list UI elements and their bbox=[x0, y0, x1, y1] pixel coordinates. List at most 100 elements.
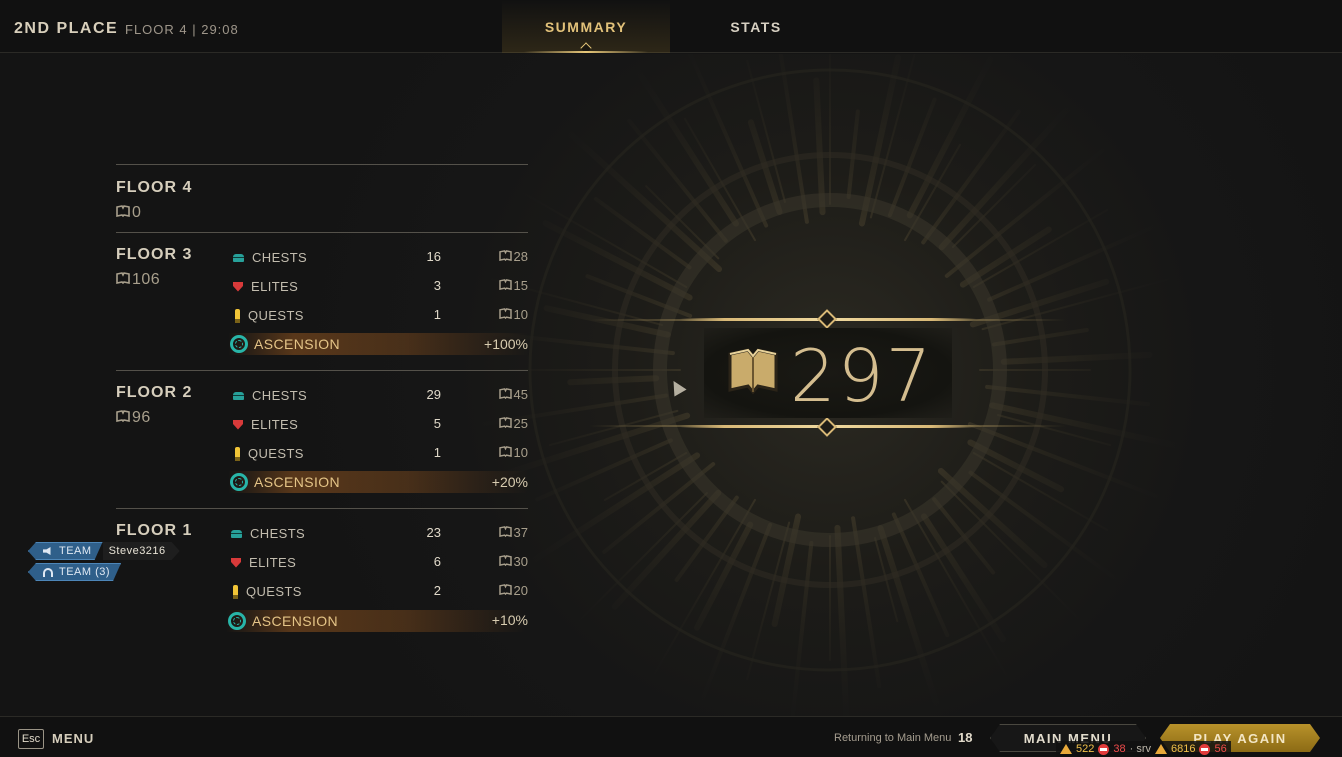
elites-count: 3 bbox=[433, 278, 441, 293]
voice-team-speaking[interactable]: TEAM Steve3216 bbox=[28, 542, 180, 560]
floor-4-total: 0 bbox=[116, 204, 141, 222]
menu-label[interactable]: MENU bbox=[52, 731, 94, 746]
quests-count: 1 bbox=[433, 445, 441, 460]
ascension-bonus: +10% bbox=[491, 612, 528, 628]
score-total: 297 bbox=[790, 334, 934, 418]
chests-count: 23 bbox=[426, 525, 441, 540]
packet-loss-icon bbox=[1199, 743, 1211, 755]
floor-2-total: 96 bbox=[116, 409, 151, 427]
floor-3-title: FLOOR 3 bbox=[116, 246, 193, 263]
network-stats: 522 38 · srv 6816 56 bbox=[1056, 741, 1231, 757]
light-ray bbox=[813, 77, 826, 216]
warning-icon bbox=[1155, 744, 1167, 754]
light-ray bbox=[654, 498, 756, 675]
tab-stats[interactable]: STATS bbox=[672, 0, 840, 53]
voice-team-label: TEAM bbox=[59, 545, 92, 557]
packet-loss-icon bbox=[1098, 743, 1110, 755]
quests-reward: 10 bbox=[468, 307, 528, 322]
light-ray bbox=[694, 522, 773, 716]
book-icon bbox=[498, 387, 512, 402]
quests-row-label: QUESTS bbox=[233, 584, 302, 599]
chests-row-label: CHESTS bbox=[231, 526, 305, 541]
book-icon bbox=[498, 249, 512, 264]
book-icon bbox=[116, 204, 130, 222]
voice-speaker-name: Steve3216 bbox=[103, 542, 180, 560]
floor-divider bbox=[116, 164, 528, 165]
elites-reward: 30 bbox=[468, 554, 528, 569]
quest-icon bbox=[235, 308, 240, 323]
floor-divider bbox=[116, 370, 528, 371]
floor-2-title: FLOOR 2 bbox=[116, 384, 193, 401]
quest-icon bbox=[235, 446, 240, 461]
net-loss-value: 38 bbox=[1113, 743, 1126, 755]
light-ray bbox=[834, 524, 850, 716]
quests-row-label: QUESTS bbox=[235, 446, 304, 461]
elites-row-label: ELITES bbox=[233, 279, 298, 294]
ascension-icon bbox=[230, 473, 248, 491]
chest-icon bbox=[233, 391, 244, 400]
floor-4-total-value: 0 bbox=[132, 204, 142, 221]
book-icon bbox=[498, 416, 512, 431]
chests-reward: 45 bbox=[468, 387, 528, 402]
elite-skull-icon bbox=[233, 281, 243, 292]
elite-skull-icon bbox=[233, 419, 243, 430]
light-ray bbox=[981, 278, 1170, 331]
voice-team-count-tag: TEAM (3) bbox=[28, 563, 121, 581]
speaker-icon bbox=[43, 547, 53, 555]
light-ray bbox=[968, 470, 1139, 597]
chest-icon bbox=[231, 529, 242, 538]
elite-skull-icon bbox=[231, 557, 241, 568]
book-icon bbox=[498, 307, 512, 322]
floor-1-title: FLOOR 1 bbox=[116, 522, 193, 539]
book-icon bbox=[498, 278, 512, 293]
light-ray bbox=[877, 525, 940, 707]
tab-summary[interactable]: SUMMARY bbox=[502, 0, 670, 54]
book-icon bbox=[498, 445, 512, 460]
quests-row-label: QUESTS bbox=[235, 308, 304, 323]
book-icon bbox=[726, 346, 780, 401]
score-banner: 297 bbox=[590, 309, 1066, 437]
quests-reward: 10 bbox=[468, 445, 528, 460]
voice-team-count-label: TEAM (3) bbox=[59, 566, 111, 578]
chests-row-label: CHESTS bbox=[233, 250, 307, 265]
ascension-icon bbox=[230, 335, 248, 353]
headset-icon bbox=[43, 568, 53, 577]
ascension-row-label: ASCENSION bbox=[228, 612, 338, 630]
quests-count: 2 bbox=[433, 583, 441, 598]
net-loss-value: 56 bbox=[1214, 743, 1227, 755]
book-icon bbox=[498, 583, 512, 598]
quests-count: 1 bbox=[433, 307, 441, 322]
light-ray bbox=[499, 179, 688, 288]
floor-and-time: FLOOR 4 | 29:08 bbox=[125, 22, 239, 37]
chests-row-label: CHESTS bbox=[233, 388, 307, 403]
elites-row-label: ELITES bbox=[233, 417, 298, 432]
floor-3-total-value: 106 bbox=[132, 271, 161, 288]
chests-count: 16 bbox=[426, 249, 441, 264]
floor-3-total: 106 bbox=[116, 271, 160, 289]
book-icon bbox=[498, 525, 512, 540]
book-icon bbox=[116, 271, 130, 289]
warning-icon bbox=[1060, 744, 1072, 754]
light-ray bbox=[790, 540, 814, 716]
top-bar: 2ND PLACE FLOOR 4 | 29:08 SUMMARY STATS bbox=[0, 0, 1342, 54]
voice-team-listening[interactable]: TEAM (3) bbox=[28, 563, 121, 581]
ascension-bonus: +100% bbox=[484, 336, 528, 352]
elites-reward: 15 bbox=[468, 278, 528, 293]
voice-team-tag: TEAM bbox=[28, 542, 103, 560]
light-ray bbox=[746, 521, 791, 681]
active-tab-caret-icon bbox=[580, 42, 592, 54]
book-icon bbox=[116, 409, 130, 427]
floor-divider bbox=[116, 508, 528, 509]
esc-key-hint[interactable]: Esc bbox=[18, 729, 44, 749]
quest-icon bbox=[233, 584, 238, 599]
elites-row-label: ELITES bbox=[231, 555, 296, 570]
light-ray bbox=[985, 384, 1151, 407]
summary-panel: FLOOR 4 0 FLOOR 3 106 CHESTS 16 28 ELITE… bbox=[0, 54, 1342, 716]
book-icon bbox=[498, 554, 512, 569]
chests-reward: 28 bbox=[468, 249, 528, 264]
elites-count: 5 bbox=[433, 416, 441, 431]
ascension-bonus: +20% bbox=[491, 474, 528, 490]
net-warn-value: 6816 bbox=[1171, 743, 1196, 755]
tab-stats-label: STATS bbox=[730, 18, 782, 35]
floor-2-total-value: 96 bbox=[132, 409, 151, 426]
